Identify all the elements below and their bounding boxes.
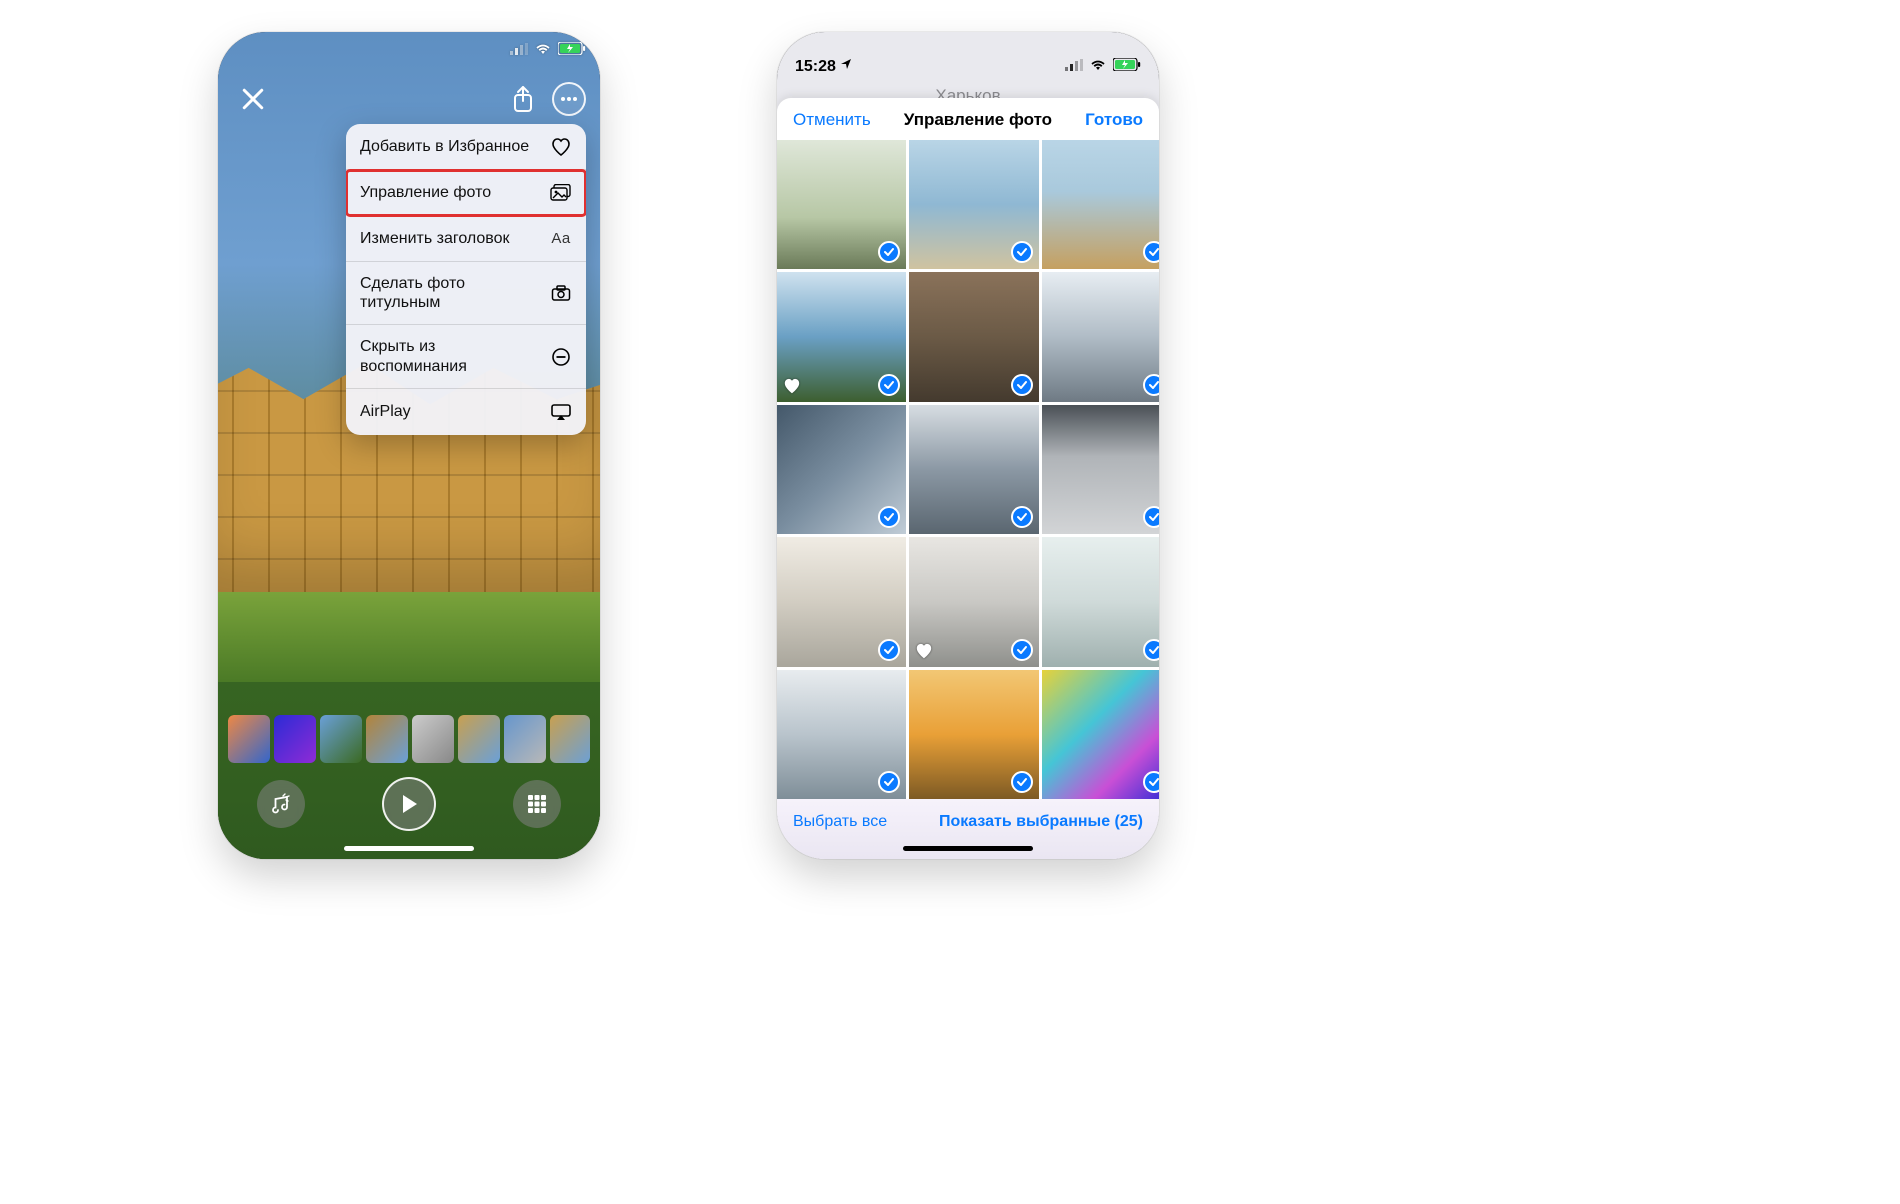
wifi-icon [534,43,552,55]
thumbnail[interactable] [228,715,270,763]
check-icon [1143,374,1159,396]
photo-tile[interactable] [909,140,1038,269]
music-button[interactable] [257,780,305,828]
menu-item-label: AirPlay [360,402,540,421]
photo-tile[interactable] [777,272,906,401]
close-button[interactable] [238,84,268,114]
check-icon [1143,241,1159,263]
menu-manage-photos[interactable]: Управление фото [346,170,586,216]
check-icon [878,241,900,263]
menu-item-label: Скрыть из воспоминания [360,337,540,375]
check-icon [1143,506,1159,528]
check-icon [1011,639,1033,661]
check-icon [1143,771,1159,793]
location-icon [840,59,852,74]
sheet-header: Отменить Управление фото Готово [777,98,1159,140]
menu-item-label: Сделать фото титульным [360,274,540,312]
photo-tile[interactable] [777,537,906,666]
aa-icon: Aa [550,230,572,247]
thumbnail[interactable] [504,715,546,763]
check-icon [1011,374,1033,396]
check-icon [878,374,900,396]
share-button[interactable] [506,82,540,116]
title-photo-icon [550,284,572,302]
check-icon [878,639,900,661]
airplay-icon [550,403,572,421]
thumbnail[interactable] [366,715,408,763]
select-all-button[interactable]: Выбрать все [793,813,887,831]
thumbnail[interactable] [550,715,590,763]
check-icon [878,506,900,528]
favorite-heart-icon [915,643,933,661]
cancel-button[interactable]: Отменить [793,110,871,130]
check-icon [1011,771,1033,793]
check-icon [1011,506,1033,528]
check-icon [1011,241,1033,263]
photo-tile[interactable] [777,140,906,269]
menu-hide-memory[interactable]: Скрыть из воспоминания [346,325,586,388]
play-button[interactable] [382,777,436,831]
status-bar-right [510,42,586,55]
done-button[interactable]: Готово [1085,110,1143,130]
context-menu: Добавить в Избранное Управление фото Изм… [346,124,586,435]
thumbnail[interactable] [458,715,500,763]
menu-edit-title[interactable]: Изменить заголовок Aa [346,216,586,262]
bottom-controls [218,777,600,831]
phone-right: 15:28 Харьков Отмени [777,32,1159,859]
photo-tile[interactable] [909,670,1038,799]
photo-tile[interactable] [777,670,906,799]
photo-tile[interactable] [1042,272,1159,401]
more-button[interactable] [552,82,586,116]
menu-key-photo[interactable]: Сделать фото титульным [346,262,586,325]
photo-tile[interactable] [1042,140,1159,269]
photo-tile[interactable] [1042,537,1159,666]
battery-charging-icon [1113,58,1141,76]
show-selected-button[interactable]: Показать выбранные (25) [939,813,1143,831]
status-time: 15:28 [795,58,852,76]
photo-tile[interactable] [1042,405,1159,534]
menu-add-favorite[interactable]: Добавить в Избранное [346,124,586,170]
menu-item-label: Изменить заголовок [360,229,540,248]
sheet-title: Управление фото [904,110,1052,130]
check-icon [878,771,900,793]
heart-icon [550,138,572,156]
thumbnail[interactable] [320,715,362,763]
favorite-heart-icon [783,378,801,396]
battery-charging-icon [558,42,586,55]
menu-airplay[interactable]: AirPlay [346,389,586,435]
photos-icon [550,184,572,202]
photo-grid [777,140,1159,799]
phone-left: Добавить в Избранное Управление фото Изм… [218,32,600,859]
menu-item-label: Управление фото [360,183,540,202]
minus-circle-icon [550,347,572,367]
photo-tile[interactable] [777,405,906,534]
photo-manager-sheet: Отменить Управление фото Готово Выбрать … [777,98,1159,859]
thumbnail[interactable] [412,715,454,763]
check-icon [1143,639,1159,661]
cellular-icon [1065,58,1083,76]
home-indicator [344,846,474,851]
cellular-icon [510,43,528,55]
home-indicator [903,846,1033,851]
menu-item-label: Добавить в Избранное [360,137,540,156]
thumbnail-strip[interactable] [228,715,590,763]
photo-tile[interactable] [909,272,1038,401]
status-bar: 15:28 [777,32,1159,76]
photo-tile[interactable] [1042,670,1159,799]
thumbnail[interactable] [274,715,316,763]
wifi-icon [1089,58,1107,76]
photo-tile[interactable] [909,405,1038,534]
photo-tile[interactable] [909,537,1038,666]
grid-button[interactable] [513,780,561,828]
